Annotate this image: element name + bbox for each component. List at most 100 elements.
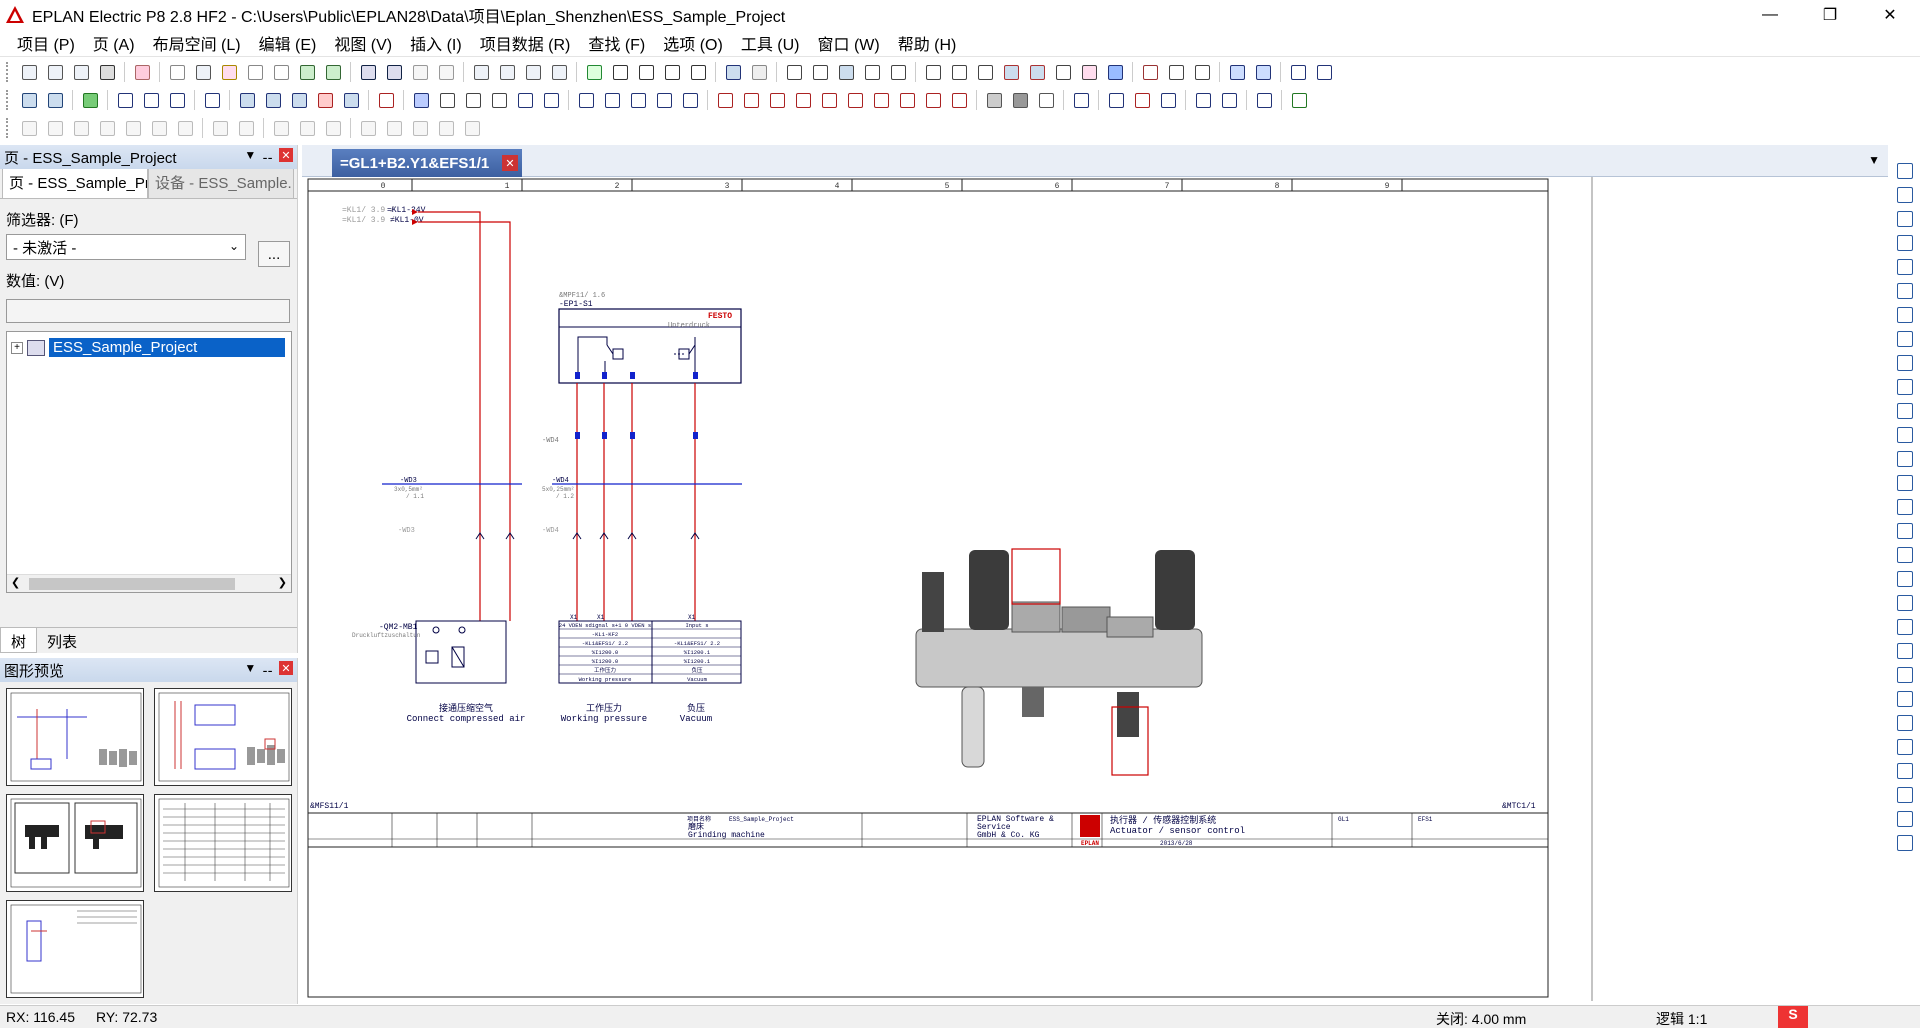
grid-icon[interactable] bbox=[783, 61, 805, 83]
network-icon[interactable] bbox=[1252, 61, 1274, 83]
hatch-icon[interactable] bbox=[983, 89, 1005, 111]
pin-icon[interactable]: ⚋ bbox=[262, 661, 273, 675]
scroll-thumb[interactable] bbox=[29, 578, 235, 590]
tree-node-project[interactable]: + ESS_Sample_Project bbox=[11, 338, 285, 357]
intersection-icon[interactable] bbox=[1052, 61, 1074, 83]
edit-disabled-2-icon[interactable] bbox=[235, 117, 257, 139]
hyperlink-icon[interactable] bbox=[1897, 763, 1913, 779]
format-painter-icon[interactable] bbox=[296, 61, 318, 83]
redo-icon[interactable] bbox=[409, 61, 431, 83]
circle-icon[interactable] bbox=[1897, 571, 1913, 587]
scroll-left-icon[interactable]: ❮ bbox=[11, 576, 20, 589]
device-5-icon[interactable] bbox=[514, 89, 536, 111]
corner-tl-icon[interactable] bbox=[1897, 163, 1913, 179]
zoom-out-icon[interactable] bbox=[661, 61, 683, 83]
grid-c-icon[interactable] bbox=[861, 61, 883, 83]
hatch-3-icon[interactable] bbox=[1035, 89, 1057, 111]
device-4-icon[interactable] bbox=[488, 89, 510, 111]
tab-devices[interactable]: 设备 - ESS_Sample... bbox=[148, 166, 294, 198]
text-icon[interactable] bbox=[1897, 715, 1913, 731]
auto-connect-icon[interactable] bbox=[18, 117, 40, 139]
terminal-icon[interactable] bbox=[201, 89, 223, 111]
symbol-green-icon[interactable] bbox=[79, 89, 101, 111]
open-project-icon[interactable] bbox=[44, 61, 66, 83]
menu-page[interactable]: 页 (A) bbox=[84, 31, 144, 55]
zoom-fit-icon[interactable] bbox=[687, 61, 709, 83]
panel-close-icon[interactable]: ✕ bbox=[279, 661, 293, 675]
new-project-icon[interactable] bbox=[18, 61, 40, 83]
auto-connect-3-icon[interactable] bbox=[70, 117, 92, 139]
t-node-4-icon[interactable] bbox=[1897, 331, 1913, 347]
panel-close-icon[interactable]: ✕ bbox=[279, 148, 293, 162]
menu-project[interactable]: 项目 (P) bbox=[8, 31, 84, 55]
edit-disabled-6-icon[interactable] bbox=[357, 117, 379, 139]
pin-icon[interactable]: ⚋ bbox=[262, 148, 273, 162]
device-3-icon[interactable] bbox=[462, 89, 484, 111]
cabinet-3-icon[interactable] bbox=[627, 89, 649, 111]
auto-connect-5-icon[interactable] bbox=[122, 117, 144, 139]
connection-icon[interactable] bbox=[1226, 61, 1248, 83]
bar-display-icon[interactable] bbox=[1104, 61, 1126, 83]
menu-insert[interactable]: 插入 (I) bbox=[401, 31, 471, 55]
edit-disabled-7-icon[interactable] bbox=[383, 117, 405, 139]
arc-icon[interactable] bbox=[1897, 619, 1913, 635]
undo-icon[interactable] bbox=[357, 61, 379, 83]
value-field[interactable] bbox=[6, 299, 290, 323]
panel-dropdown-icon[interactable]: ▼ bbox=[244, 148, 256, 162]
ellipse-icon[interactable] bbox=[1897, 667, 1913, 683]
polyline-icon[interactable] bbox=[1897, 475, 1913, 491]
polygon-icon[interactable] bbox=[1897, 499, 1913, 515]
coil-3-icon[interactable] bbox=[766, 89, 788, 111]
copy-icon[interactable] bbox=[192, 61, 214, 83]
coil-2-icon[interactable] bbox=[740, 89, 762, 111]
page-thumbnail[interactable] bbox=[154, 794, 292, 892]
snap-point-icon[interactable] bbox=[974, 61, 996, 83]
edit-disabled-5-icon[interactable] bbox=[322, 117, 344, 139]
coil-10-icon[interactable] bbox=[948, 89, 970, 111]
input-method-icon[interactable]: S bbox=[1778, 1006, 1808, 1028]
tab-tree[interactable]: 树 bbox=[0, 628, 38, 653]
auto-connect-4-icon[interactable] bbox=[96, 117, 118, 139]
corner-tr-icon[interactable] bbox=[1897, 187, 1913, 203]
connect-3-icon[interactable] bbox=[1157, 89, 1179, 111]
edit-disabled-10-icon[interactable] bbox=[461, 117, 483, 139]
menu-edit[interactable]: 编辑 (E) bbox=[250, 31, 326, 55]
menu-help[interactable]: 帮助 (H) bbox=[889, 31, 966, 55]
cross-node-icon[interactable] bbox=[1897, 403, 1913, 419]
select-icon[interactable] bbox=[270, 61, 292, 83]
edit-disabled-9-icon[interactable] bbox=[435, 117, 457, 139]
table-editor-icon[interactable] bbox=[548, 61, 570, 83]
corner-bl-icon[interactable] bbox=[1897, 211, 1913, 227]
toolbar-grip[interactable] bbox=[6, 118, 10, 138]
tab-list-dropdown-icon[interactable]: ▼ bbox=[1868, 153, 1880, 167]
grid-b-icon[interactable] bbox=[835, 61, 857, 83]
edit-disabled-4-icon[interactable] bbox=[296, 117, 318, 139]
device-active-icon[interactable] bbox=[410, 89, 432, 111]
auto-connect-2-icon[interactable] bbox=[44, 117, 66, 139]
shopping-cart-icon[interactable] bbox=[1287, 61, 1309, 83]
page-navigator-icon[interactable] bbox=[470, 61, 492, 83]
print-icon[interactable] bbox=[96, 61, 118, 83]
refresh-icon[interactable] bbox=[583, 61, 605, 83]
insert-wire-icon[interactable] bbox=[1070, 89, 1092, 111]
delete-icon[interactable] bbox=[244, 61, 266, 83]
menu-find[interactable]: 查找 (F) bbox=[579, 31, 654, 55]
graphical-preview-icon[interactable] bbox=[496, 61, 518, 83]
text-frame-icon[interactable] bbox=[1313, 61, 1335, 83]
edit-disabled-icon[interactable] bbox=[209, 117, 231, 139]
page-thumbnail[interactable] bbox=[154, 688, 292, 786]
edit-disabled-3-icon[interactable] bbox=[270, 117, 292, 139]
menu-layout-space[interactable]: 布局空间 (L) bbox=[144, 31, 250, 55]
t-node-3-icon[interactable] bbox=[1897, 307, 1913, 323]
t-node-icon[interactable] bbox=[1897, 259, 1913, 275]
grid-d-icon[interactable] bbox=[887, 61, 909, 83]
menu-window[interactable]: 窗口 (W) bbox=[809, 31, 889, 55]
cabinet-icon[interactable] bbox=[575, 89, 597, 111]
restore-button[interactable]: ❐ bbox=[1800, 0, 1860, 30]
toolbar-grip[interactable] bbox=[6, 90, 10, 110]
coil-4-icon[interactable] bbox=[792, 89, 814, 111]
page-macro-icon[interactable] bbox=[18, 89, 40, 111]
picture-icon[interactable] bbox=[1897, 739, 1913, 755]
menu-tools[interactable]: 工具 (U) bbox=[732, 31, 809, 55]
window-macro-icon[interactable] bbox=[44, 89, 66, 111]
